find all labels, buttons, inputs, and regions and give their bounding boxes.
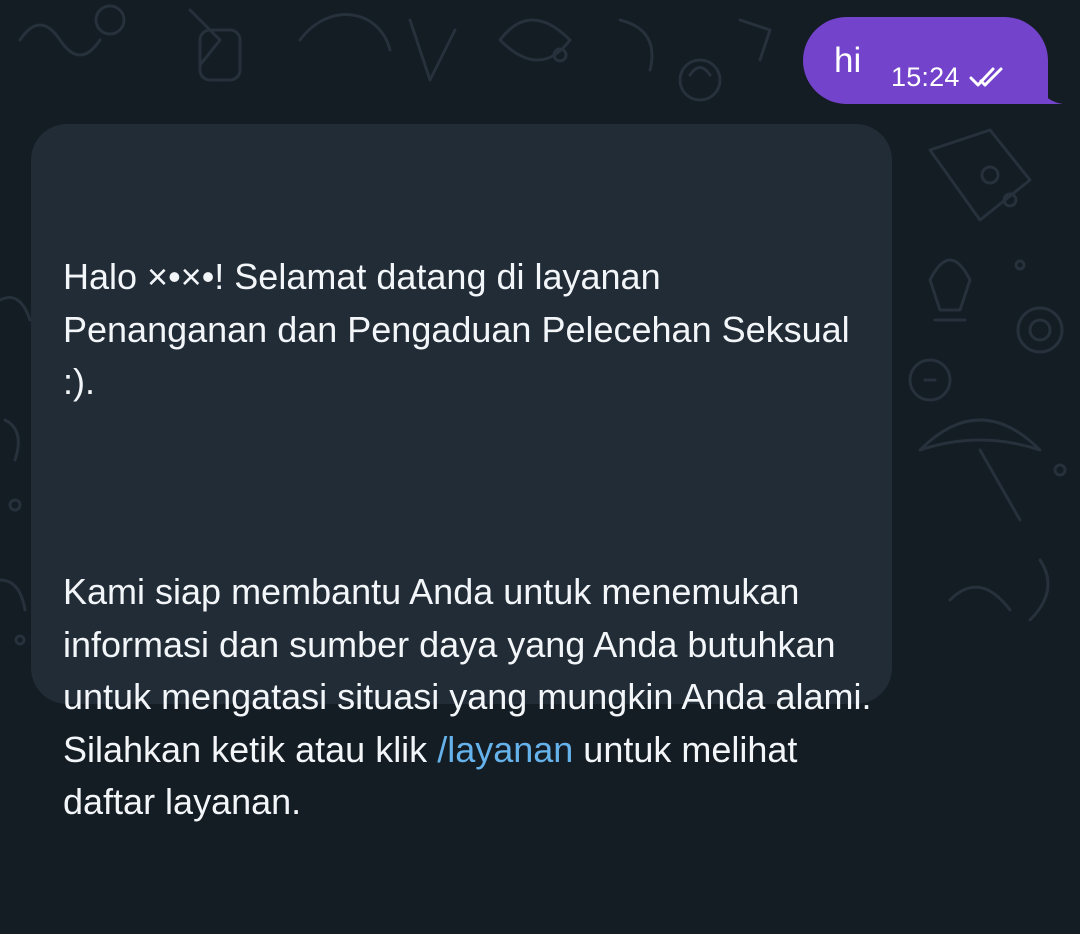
incoming-message-bubble[interactable]: Halo ×•×•! Selamat datang di layanan Pen… [31, 124, 892, 822]
outgoing-message-bubble[interactable]: hi 15:24 [803, 17, 1063, 104]
info-paragraph: Kami siap membantu Anda untuk menemukan … [63, 566, 873, 829]
bubble-tail [1039, 82, 1063, 104]
message-time: 15:24 [891, 62, 960, 92]
layanan-command-link[interactable]: /layanan [437, 729, 573, 770]
welcome-paragraph: Halo ×•×•! Selamat datang di layanan Pen… [63, 256, 860, 402]
double-check-icon [969, 67, 1003, 87]
incoming-message-body: Halo ×•×•! Selamat datang di layanan Pen… [63, 146, 873, 934]
message-meta: 15:24 [891, 62, 1012, 92]
outgoing-message-text: hi [834, 41, 862, 80]
